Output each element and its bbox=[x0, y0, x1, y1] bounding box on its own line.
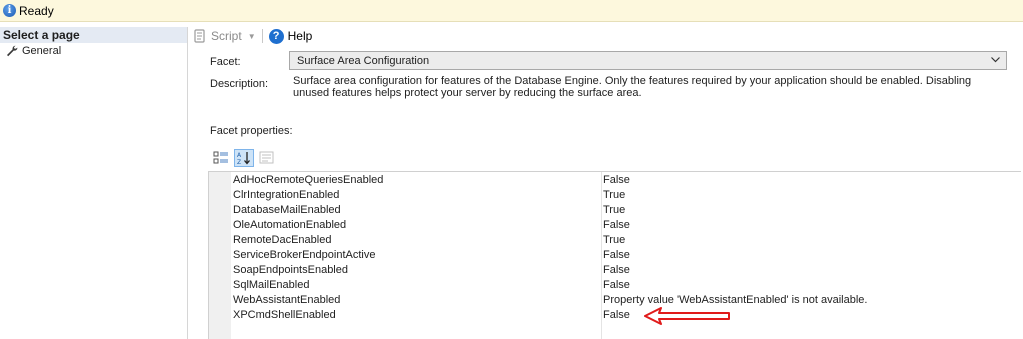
description-text: Surface area configuration for features … bbox=[293, 75, 972, 99]
sidebar-item-general[interactable]: General bbox=[0, 43, 187, 58]
property-name: ServiceBrokerEndpointActive bbox=[233, 248, 376, 261]
chevron-down-icon[interactable]: ▼ bbox=[248, 32, 256, 41]
toolbar-separator bbox=[261, 29, 263, 43]
property-grid-toolbar: A Z bbox=[211, 149, 280, 167]
property-row[interactable]: DatabaseMailEnabled True bbox=[231, 202, 1021, 217]
help-icon: ? bbox=[268, 28, 284, 44]
property-grid: AdHocRemoteQueriesEnabled False ClrInteg… bbox=[208, 171, 1021, 339]
property-value[interactable]: False bbox=[601, 219, 1021, 231]
property-row[interactable]: SqlMailEnabled False bbox=[231, 277, 1021, 292]
property-value[interactable]: False bbox=[601, 264, 1021, 276]
script-label: Script bbox=[211, 29, 242, 43]
info-icon: i bbox=[3, 4, 16, 17]
property-name: SqlMailEnabled bbox=[233, 278, 310, 291]
property-grid-margin bbox=[209, 172, 231, 339]
status-text: Ready bbox=[19, 3, 54, 18]
property-value[interactable]: True bbox=[601, 204, 1021, 216]
chevron-down-icon bbox=[991, 57, 1000, 63]
facet-label: Facet: bbox=[210, 56, 241, 68]
sidebar-header: Select a page bbox=[0, 27, 187, 43]
property-row[interactable]: RemoteDacEnabled True bbox=[231, 232, 1021, 247]
toolbar: Script ▼ ? Help bbox=[189, 27, 312, 45]
property-name: OleAutomationEnabled bbox=[233, 218, 347, 231]
property-name: ClrIntegrationEnabled bbox=[233, 188, 340, 201]
help-label: Help bbox=[287, 29, 313, 43]
property-name: RemoteDacEnabled bbox=[233, 233, 332, 246]
property-name: AdHocRemoteQueriesEnabled bbox=[233, 173, 384, 186]
main-panel: Script ▼ ? Help Facet: Surface Area Conf… bbox=[189, 27, 1023, 339]
property-value[interactable]: False bbox=[601, 249, 1021, 261]
sort-alphabetical-icon: A Z bbox=[237, 152, 250, 165]
property-row[interactable]: AdHocRemoteQueriesEnabled False bbox=[231, 172, 1021, 187]
alphabetical-button[interactable]: A Z bbox=[234, 149, 254, 167]
property-name: SoapEndpointsEnabled bbox=[233, 263, 348, 276]
facet-properties-label: Facet properties: bbox=[210, 125, 293, 137]
wrench-icon bbox=[7, 45, 18, 56]
facet-select-value: Surface Area Configuration bbox=[297, 54, 430, 67]
property-value[interactable]: False bbox=[601, 279, 1021, 291]
property-row[interactable]: ServiceBrokerEndpointActive False bbox=[231, 247, 1021, 262]
svg-text:A: A bbox=[237, 152, 242, 159]
property-row[interactable]: WebAssistantEnabled Property value 'WebA… bbox=[231, 292, 1021, 307]
facet-select[interactable]: Surface Area Configuration bbox=[289, 51, 1007, 70]
property-pages-icon bbox=[259, 151, 274, 164]
property-name: XPCmdShellEnabled bbox=[233, 308, 336, 321]
property-row[interactable]: XPCmdShellEnabled False bbox=[231, 307, 1021, 322]
script-button[interactable]: Script ▼ bbox=[189, 29, 256, 43]
property-value[interactable]: True bbox=[601, 234, 1021, 246]
help-button[interactable]: ? Help bbox=[268, 28, 313, 44]
script-icon bbox=[194, 29, 205, 43]
annotation-arrow-icon bbox=[644, 307, 730, 325]
categorized-button[interactable] bbox=[211, 149, 231, 167]
sidebar: Select a page General bbox=[0, 27, 188, 339]
svg-text:Z: Z bbox=[237, 159, 241, 165]
status-bar: i Ready bbox=[0, 0, 1023, 22]
property-name: WebAssistantEnabled bbox=[233, 293, 341, 306]
property-row[interactable]: OleAutomationEnabled False bbox=[231, 217, 1021, 232]
property-value[interactable]: Property value 'WebAssistantEnabled' is … bbox=[601, 294, 1021, 306]
property-name: DatabaseMailEnabled bbox=[233, 203, 341, 216]
property-pages-button[interactable] bbox=[257, 149, 277, 167]
property-row[interactable]: ClrIntegrationEnabled True bbox=[231, 187, 1021, 202]
categorized-icon bbox=[213, 151, 228, 164]
sidebar-item-label: General bbox=[22, 44, 62, 57]
property-row[interactable]: SoapEndpointsEnabled False bbox=[231, 262, 1021, 277]
description-label: Description: bbox=[210, 78, 269, 90]
property-value[interactable]: True bbox=[601, 189, 1021, 201]
property-value[interactable]: False bbox=[601, 174, 1021, 186]
